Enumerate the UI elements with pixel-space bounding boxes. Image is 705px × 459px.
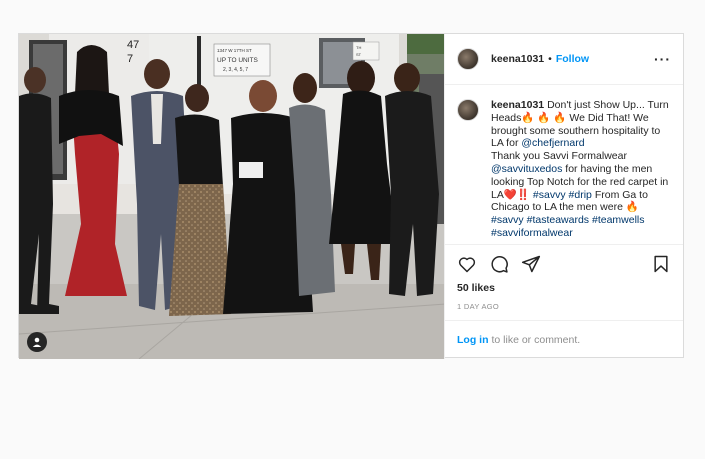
caption-area: keena1031 Don't just Show Up... Turn Hea… [445, 85, 683, 244]
svg-text:7: 7 [127, 53, 133, 65]
hashtag-link[interactable]: #tasteawards [527, 214, 589, 226]
login-prompt: Log in to like or comment. [445, 320, 683, 359]
fire-emoji: 🔥 [521, 111, 535, 124]
more-options-icon[interactable]: ··· [654, 51, 671, 67]
building-number: 47 [127, 39, 139, 51]
small-sign-top: TH [356, 45, 361, 50]
separator-dot: • [548, 53, 552, 65]
caption-username[interactable]: keena1031 [491, 99, 544, 111]
small-sign-bottom: ST [356, 52, 362, 57]
heart-emoji: ❤️ [503, 188, 517, 201]
post-sidebar: keena1031 • Follow ··· keena1031 Don't j… [444, 34, 683, 359]
action-bar [445, 244, 683, 282]
comment-icon[interactable] [489, 254, 509, 274]
avatar[interactable] [457, 48, 479, 70]
likes-count[interactable]: 50 likes [445, 282, 683, 298]
caption-text: keena1031 Don't just Show Up... Turn Hea… [491, 99, 671, 239]
group-photo-illustration: 47 7 1347 W 17TH ST UP TO UNITS 2, 3, 4,… [19, 34, 444, 359]
mention-link[interactable]: @savvituxedos [491, 163, 562, 175]
fire-emoji: 🔥 [537, 111, 551, 124]
fire-emoji: 🔥 [553, 111, 567, 124]
double-exclamation-emoji: ‼️ [516, 188, 530, 201]
share-icon[interactable] [521, 254, 541, 274]
hashtag-link[interactable]: #savvy [491, 214, 524, 226]
sign-line-2: UP TO UNITS [217, 57, 258, 64]
instagram-post: 47 7 1347 W 17TH ST UP TO UNITS 2, 3, 4,… [18, 33, 684, 359]
login-prompt-text: to like or comment. [491, 334, 581, 346]
mention-link[interactable]: @chefjernard [521, 137, 584, 149]
login-link[interactable]: Log in [457, 334, 489, 346]
hashtag-link[interactable]: #savvy [533, 189, 566, 201]
post-photo[interactable]: 47 7 1347 W 17TH ST UP TO UNITS 2, 3, 4,… [19, 34, 444, 359]
tagged-users-button[interactable] [27, 332, 47, 352]
hashtag-link[interactable]: #savviformalwear [491, 227, 573, 239]
hashtag-link[interactable]: #teamwells [592, 214, 645, 226]
caption-segment-3: Thank you Savvi Formalwear [491, 150, 627, 163]
caption-avatar[interactable] [457, 99, 479, 121]
post-timestamp[interactable]: 1 DAY AGO [445, 298, 683, 320]
person-icon [32, 337, 42, 347]
sign-line-3: 2, 3, 4, 5, 7 [223, 67, 248, 73]
follow-button[interactable]: Follow [556, 53, 589, 65]
bookmark-icon[interactable] [651, 254, 671, 274]
header-username[interactable]: keena1031 [491, 53, 544, 65]
hashtag-link[interactable]: #drip [569, 189, 592, 201]
sign-line-1: 1347 W 17TH ST [217, 48, 252, 53]
post-header: keena1031 • Follow ··· [445, 34, 683, 85]
heart-icon[interactable] [457, 254, 477, 274]
fire-emoji: 🔥 [625, 201, 639, 214]
